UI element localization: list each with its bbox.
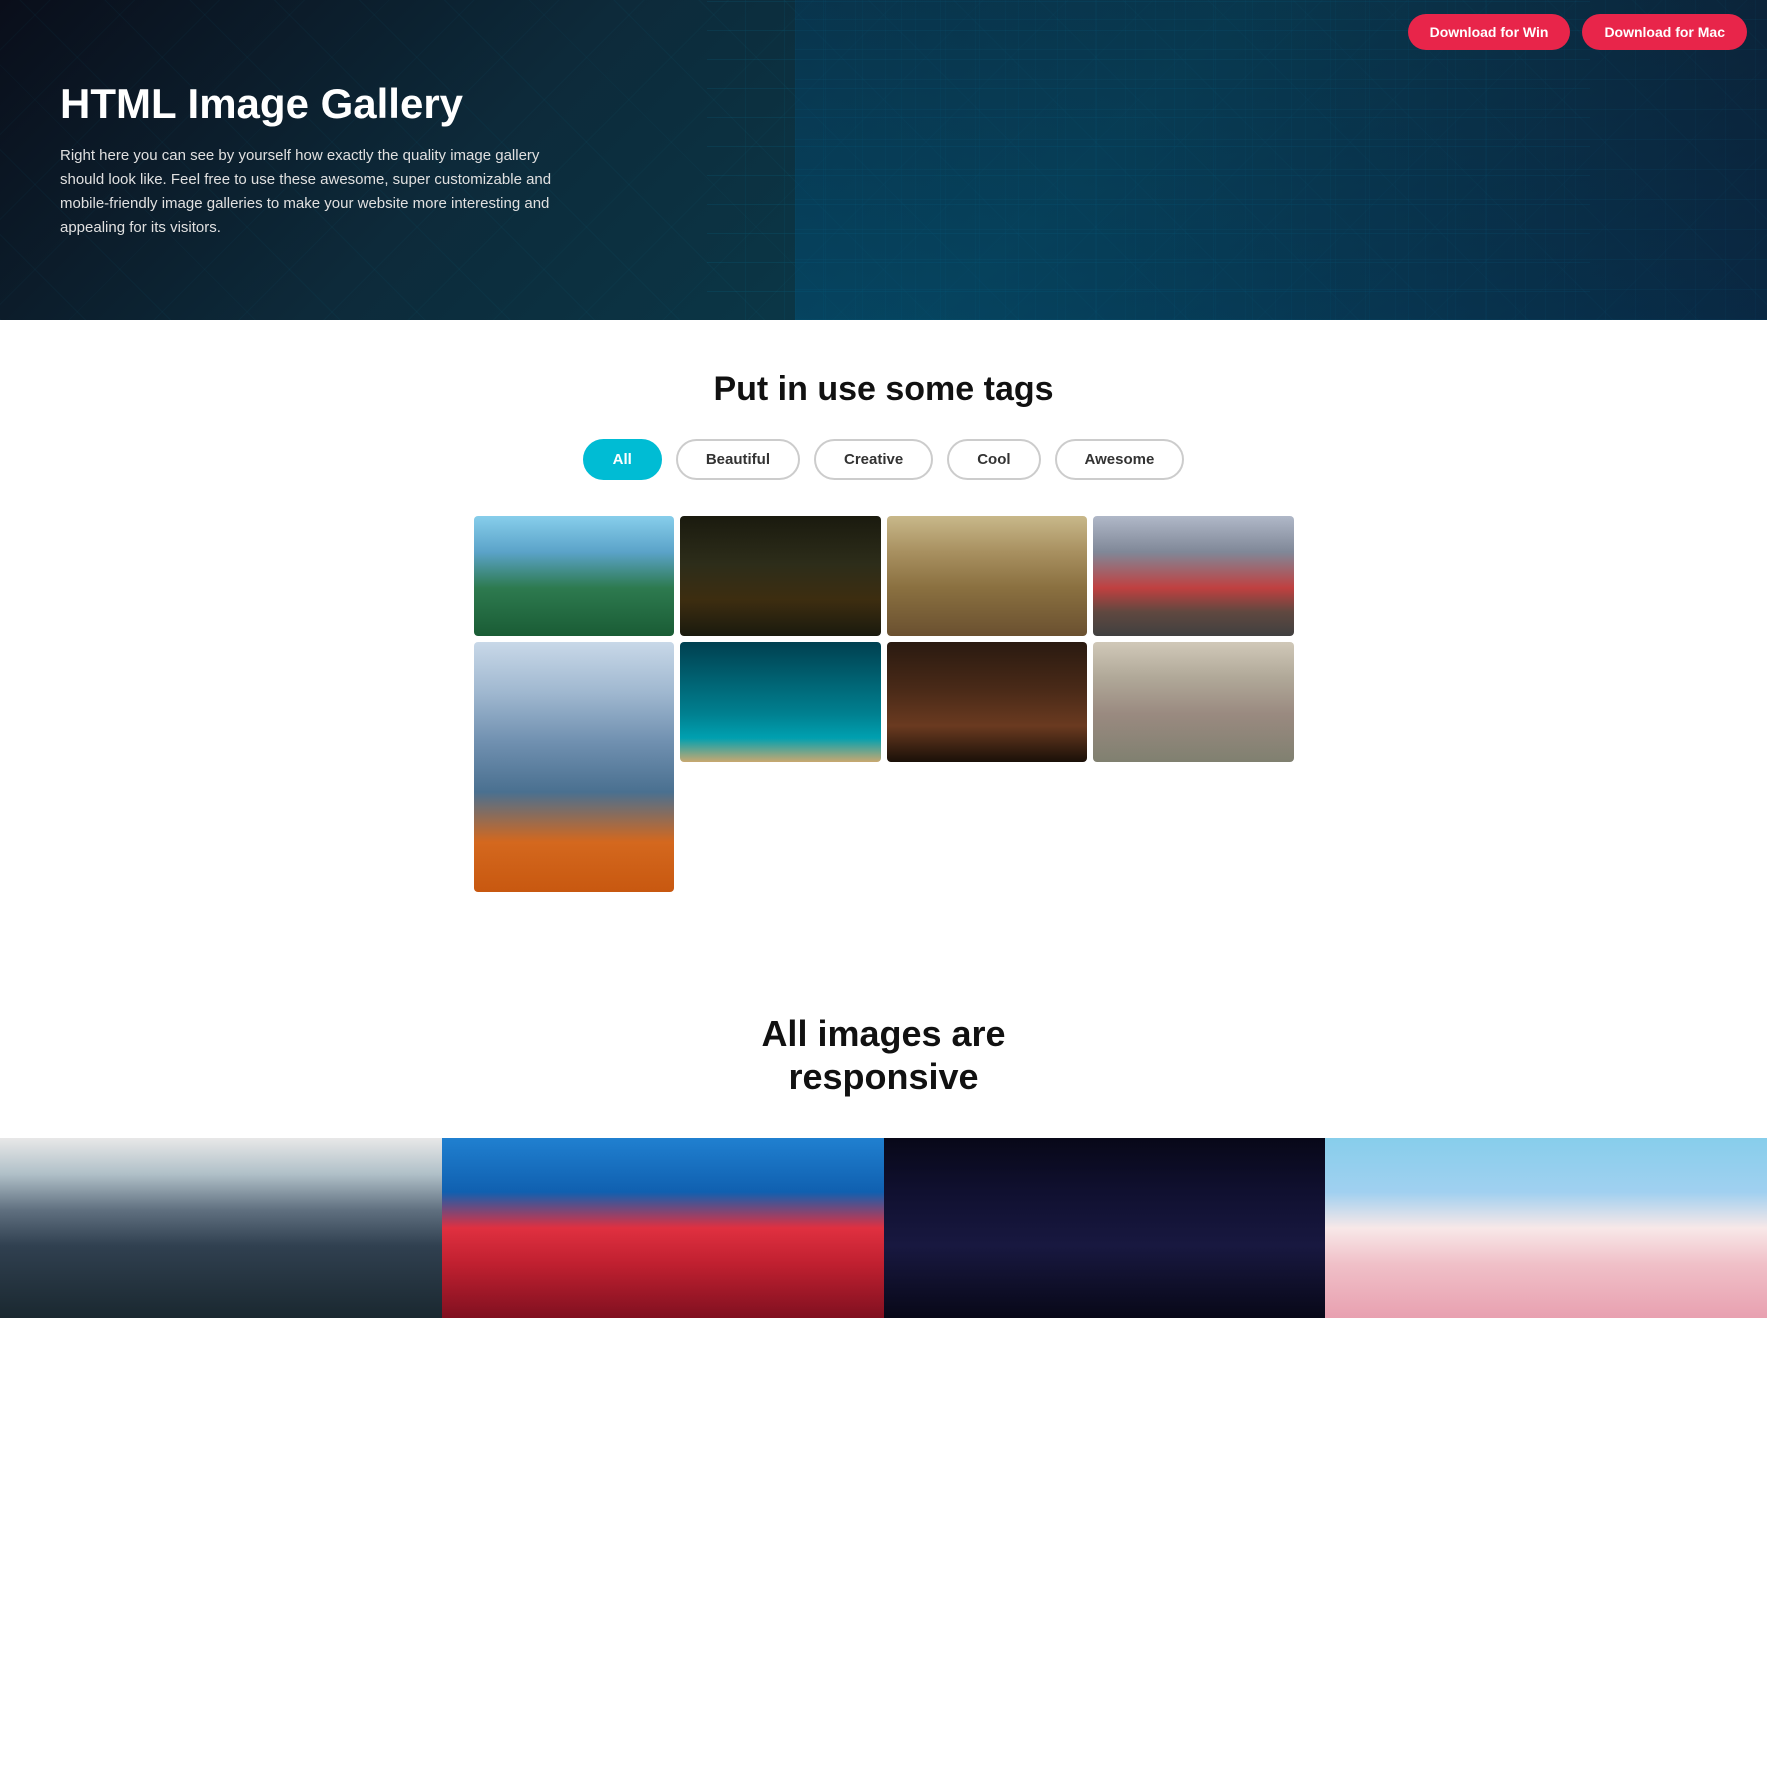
gallery-image-7 — [887, 642, 1088, 762]
gallery-item[interactable] — [1093, 642, 1294, 762]
gallery-item[interactable] — [474, 642, 675, 892]
download-mac-button[interactable]: Download for Mac — [1582, 14, 1747, 50]
tag-awesome[interactable]: Awesome — [1055, 439, 1185, 480]
hero-description: Right here you can see by yourself how e… — [60, 144, 580, 240]
tags-row: All Beautiful Creative Cool Awesome — [40, 439, 1727, 480]
gallery-image-5 — [474, 642, 675, 892]
tag-creative[interactable]: Creative — [814, 439, 933, 480]
gallery-image-8 — [1093, 642, 1294, 762]
gallery-image-2 — [680, 516, 881, 636]
tags-heading: Put in use some tags — [40, 370, 1727, 409]
tag-cool[interactable]: Cool — [947, 439, 1040, 480]
bottom-gallery-image-4[interactable] — [1325, 1138, 1767, 1318]
gallery-item[interactable] — [474, 516, 675, 636]
top-nav: Download for Win Download for Mac — [1408, 14, 1747, 50]
gallery-image-6 — [680, 642, 881, 762]
gallery-image-1 — [474, 516, 675, 636]
gallery-item[interactable] — [680, 516, 881, 636]
gallery-image-4 — [1093, 516, 1294, 636]
gallery-item[interactable] — [887, 516, 1088, 636]
bottom-gallery-image-2[interactable] — [442, 1138, 884, 1318]
hero-section: Download for Win Download for Mac HTML I… — [0, 0, 1767, 320]
tag-beautiful[interactable]: Beautiful — [676, 439, 800, 480]
bottom-gallery-image-1[interactable] — [0, 1138, 442, 1318]
tags-section: Put in use some tags All Beautiful Creat… — [0, 320, 1767, 952]
responsive-heading: All images areresponsive — [0, 1012, 1767, 1098]
gallery-image-3 — [887, 516, 1088, 636]
gallery-item[interactable] — [1093, 516, 1294, 636]
bottom-gallery — [0, 1138, 1767, 1318]
bottom-gallery-image-3[interactable] — [884, 1138, 1326, 1318]
gallery-item[interactable] — [680, 642, 881, 762]
gallery-grid — [434, 516, 1334, 932]
responsive-section: All images areresponsive — [0, 952, 1767, 1318]
tag-all[interactable]: All — [583, 439, 662, 480]
hero-title: HTML Image Gallery — [60, 80, 1707, 128]
download-win-button[interactable]: Download for Win — [1408, 14, 1571, 50]
gallery-item[interactable] — [887, 642, 1088, 762]
